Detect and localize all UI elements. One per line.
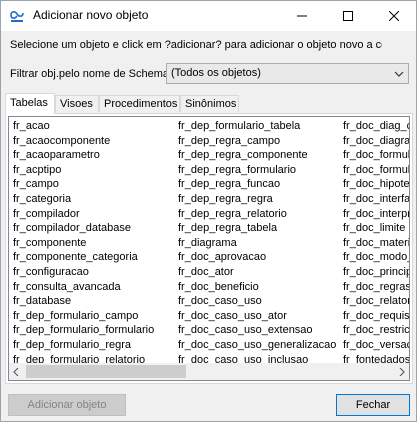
- list-item[interactable]: fr_doc_materia: [343, 236, 409, 251]
- list-item[interactable]: fr_doc_limite: [343, 221, 409, 236]
- list-item[interactable]: fr_doc_modo_: [343, 250, 409, 265]
- list-item[interactable]: fr_doc_versac: [343, 338, 409, 353]
- list-item[interactable]: fr_dep_formulario_regra: [13, 338, 173, 353]
- list-item[interactable]: fr_doc_requisi: [343, 309, 409, 324]
- list-item[interactable]: fr_componente: [13, 236, 173, 251]
- instructions-text: Selecione um objeto e click em ?adiciona…: [10, 39, 382, 51]
- list-item[interactable]: fr_doc_interfa: [343, 192, 409, 207]
- schema-filter-value: (Todos os objetos): [171, 67, 261, 79]
- list-column-2: fr_dep_formulario_tabela fr_dep_regra_cam…: [178, 119, 338, 367]
- list-item[interactable]: fr_categoria: [13, 192, 173, 207]
- list-item[interactable]: fr_acptipo: [13, 163, 173, 178]
- list-item[interactable]: fr_configuracao: [13, 265, 173, 280]
- list-item[interactable]: fr_dep_regra_tabela: [178, 221, 338, 236]
- add-object-button[interactable]: Adicionar objeto: [8, 394, 126, 416]
- list-item[interactable]: fr_dep_regra_formulario: [178, 163, 338, 178]
- tab-panel: fr_acao fr_acaocomponente fr_acaoparametro…: [5, 113, 413, 384]
- list-item[interactable]: fr_compilador_database: [13, 221, 173, 236]
- list-item[interactable]: fr_acaocomponente: [13, 134, 173, 149]
- maximize-icon: [343, 11, 353, 21]
- list-item[interactable]: fr_doc_caso_uso_extensao: [178, 323, 338, 338]
- list-item[interactable]: fr_consulta_avancada: [13, 280, 173, 295]
- list-column-3: fr_doc_diag_c fr_doc_diagra fr_doc_formul f…: [343, 119, 409, 367]
- list-item[interactable]: fr_doc_formul: [343, 163, 409, 178]
- close-button[interactable]: Fechar: [336, 394, 410, 416]
- list-item[interactable]: fr_doc_beneficio: [178, 280, 338, 295]
- list-item[interactable]: fr_doc_relator: [343, 294, 409, 309]
- scrollbar-thumb[interactable]: [26, 365, 186, 378]
- scroll-right-arrow-icon[interactable]: [399, 368, 405, 376]
- list-item[interactable]: fr_dep_regra_campo: [178, 134, 338, 149]
- list-item[interactable]: fr_componente_categoria: [13, 250, 173, 265]
- list-item[interactable]: fr_doc_caso_uso_ator: [178, 309, 338, 324]
- list-item[interactable]: fr_doc_caso_uso: [178, 294, 338, 309]
- list-item[interactable]: fr_diagrama: [178, 236, 338, 251]
- list-item[interactable]: fr_dep_regra_funcao: [178, 177, 338, 192]
- list-item[interactable]: fr_doc_diag_c: [343, 119, 409, 134]
- list-item[interactable]: fr_doc_hipotes: [343, 177, 409, 192]
- schema-filter-label: Filtrar obj.pelo nome de Schema: [10, 68, 169, 80]
- minimize-button[interactable]: [279, 1, 325, 31]
- title-bar[interactable]: Adicionar novo objeto: [1, 1, 416, 31]
- app-icon: [9, 8, 25, 24]
- tab-visoes[interactable]: Visoes: [55, 95, 99, 112]
- list-item[interactable]: fr_doc_restrica: [343, 323, 409, 338]
- list-item[interactable]: fr_campo: [13, 177, 173, 192]
- list-item[interactable]: fr_dep_regra_componente: [178, 148, 338, 163]
- tab-procedimentos[interactable]: Procedimentos: [99, 95, 180, 112]
- list-item[interactable]: fr_acaoparametro: [13, 148, 173, 163]
- list-item[interactable]: fr_compilador: [13, 207, 173, 222]
- close-window-button[interactable]: [371, 1, 417, 31]
- schema-filter-select[interactable]: (Todos os objetos): [166, 63, 409, 84]
- object-listbox[interactable]: fr_acao fr_acaocomponente fr_acaoparametro…: [8, 116, 410, 381]
- list-item[interactable]: fr_doc_ator: [178, 265, 338, 280]
- list-item[interactable]: fr_dep_regra_relatorio: [178, 207, 338, 222]
- maximize-button[interactable]: [325, 1, 371, 31]
- list-item[interactable]: fr_dep_regra_regra: [178, 192, 338, 207]
- tab-sinonimos[interactable]: Sinônimos: [180, 95, 239, 112]
- minimize-icon: [297, 15, 307, 17]
- chevron-down-icon: [394, 71, 404, 77]
- list-item[interactable]: fr_doc_regras: [343, 280, 409, 295]
- list-item[interactable]: fr_doc_aprovacao: [178, 250, 338, 265]
- list-item[interactable]: fr_dep_formulario_campo: [13, 309, 173, 324]
- list-item[interactable]: fr_doc_interpr: [343, 207, 409, 222]
- list-item[interactable]: fr_doc_caso_uso_generalizacao: [178, 338, 338, 353]
- list-item[interactable]: fr_doc_formul: [343, 148, 409, 163]
- list-column-1: fr_acao fr_acaocomponente fr_acaoparametro…: [13, 119, 173, 367]
- dialog-window: Adicionar novo objeto Selecione um objet…: [0, 0, 417, 422]
- list-item[interactable]: fr_database: [13, 294, 173, 309]
- list-item[interactable]: fr_acao: [13, 119, 173, 134]
- object-type-tabs: Tabelas Visoes Procedimentos Sinônimos: [5, 93, 413, 114]
- list-item[interactable]: fr_dep_formulario_formulario: [13, 323, 173, 338]
- window-title: Adicionar novo objeto: [33, 8, 149, 22]
- list-item[interactable]: fr_doc_princip: [343, 265, 409, 280]
- close-icon: [389, 11, 399, 21]
- scroll-left-arrow-icon[interactable]: [13, 368, 19, 376]
- list-item[interactable]: fr_doc_diagra: [343, 134, 409, 149]
- horizontal-scrollbar[interactable]: [9, 363, 409, 380]
- tab-tabelas[interactable]: Tabelas: [5, 93, 55, 114]
- list-item[interactable]: fr_dep_formulario_tabela: [178, 119, 338, 134]
